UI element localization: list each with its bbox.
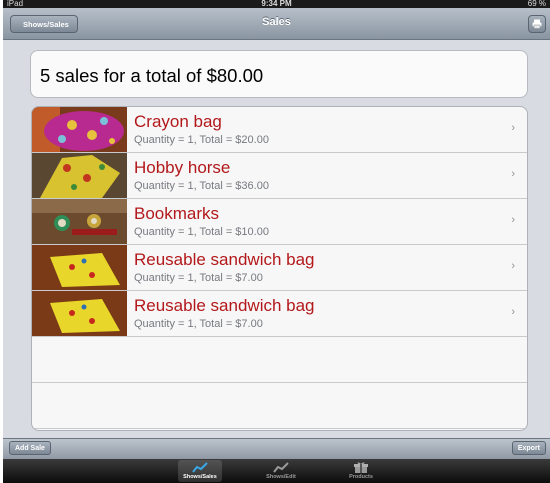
- chevron-right-icon: ›: [511, 260, 515, 272]
- product-thumbnail: [32, 245, 127, 290]
- tab-label: Products: [349, 474, 373, 480]
- sale-detail: Quantity = 1, Total = $36.00: [134, 180, 269, 192]
- bottom-toolbar: Add Sale Export: [3, 438, 550, 459]
- sale-product-name: Hobby horse: [134, 158, 231, 177]
- product-thumbnail: [32, 291, 127, 336]
- battery-label: 69 %: [527, 0, 546, 8]
- sale-detail: Quantity = 1, Total = $7.00: [134, 272, 263, 284]
- sale-product-name: Reusable sandwich bag: [134, 250, 315, 269]
- sale-row[interactable]: Reusable sandwich bag Quantity = 1, Tota…: [32, 291, 527, 337]
- chevron-right-icon: ›: [511, 168, 515, 180]
- export-button[interactable]: Export: [511, 441, 546, 455]
- chart-icon: [273, 462, 289, 473]
- tab-label: Shows/Edit: [266, 474, 296, 480]
- sales-list: Crayon bag Quantity = 1, Total = $20.00 …: [31, 106, 528, 431]
- sale-row[interactable]: Bookmarks Quantity = 1, Total = $10.00 ›: [32, 199, 527, 245]
- content-area: 5 sales for a total of $80.00 Crayon bag…: [3, 40, 550, 438]
- chevron-right-icon: ›: [511, 306, 515, 318]
- chart-icon: [192, 462, 208, 473]
- app-window: iPad 9:34 PM 69 % Shows/Sales Sales 5 sa…: [3, 0, 550, 483]
- empty-list-row: [32, 383, 527, 429]
- sales-summary-box: 5 sales for a total of $80.00: [30, 50, 528, 98]
- empty-list-row: [32, 337, 527, 383]
- gift-icon: [354, 462, 368, 473]
- page-title: Sales: [262, 16, 291, 28]
- tab-shows-sales[interactable]: Shows/Sales: [178, 460, 222, 482]
- sales-summary-text: 5 sales for a total of $80.00: [40, 65, 264, 86]
- status-bar: iPad 9:34 PM 69 %: [3, 0, 550, 8]
- sale-row[interactable]: Hobby horse Quantity = 1, Total = $36.00…: [32, 153, 527, 199]
- tab-label: Shows/Sales: [183, 474, 217, 480]
- sale-detail: Quantity = 1, Total = $7.00: [134, 318, 263, 330]
- sale-detail: Quantity = 1, Total = $10.00: [134, 226, 269, 238]
- product-thumbnail: [32, 199, 127, 244]
- chevron-right-icon: ›: [511, 214, 515, 226]
- tab-shows-edit[interactable]: Shows/Edit: [259, 460, 303, 482]
- status-time: 9:34 PM: [261, 0, 292, 8]
- tab-bar: Shows/Sales Shows/Edit Products: [3, 459, 550, 483]
- chevron-right-icon: ›: [511, 122, 515, 134]
- sale-detail: Quantity = 1, Total = $20.00: [134, 134, 269, 146]
- print-icon: [532, 19, 542, 29]
- sale-product-name: Bookmarks: [134, 204, 220, 223]
- sale-product-name: Reusable sandwich bag: [134, 296, 315, 315]
- sale-row[interactable]: Crayon bag Quantity = 1, Total = $20.00 …: [32, 107, 527, 153]
- sale-row[interactable]: Reusable sandwich bag Quantity = 1, Tota…: [32, 245, 527, 291]
- product-thumbnail: [32, 153, 127, 198]
- sale-product-name: Crayon bag: [134, 112, 222, 131]
- print-button[interactable]: [528, 15, 546, 33]
- add-sale-button[interactable]: Add Sale: [9, 441, 51, 455]
- navigation-bar: Shows/Sales Sales: [3, 8, 550, 40]
- tab-products[interactable]: Products: [339, 460, 383, 482]
- product-thumbnail: [32, 107, 127, 152]
